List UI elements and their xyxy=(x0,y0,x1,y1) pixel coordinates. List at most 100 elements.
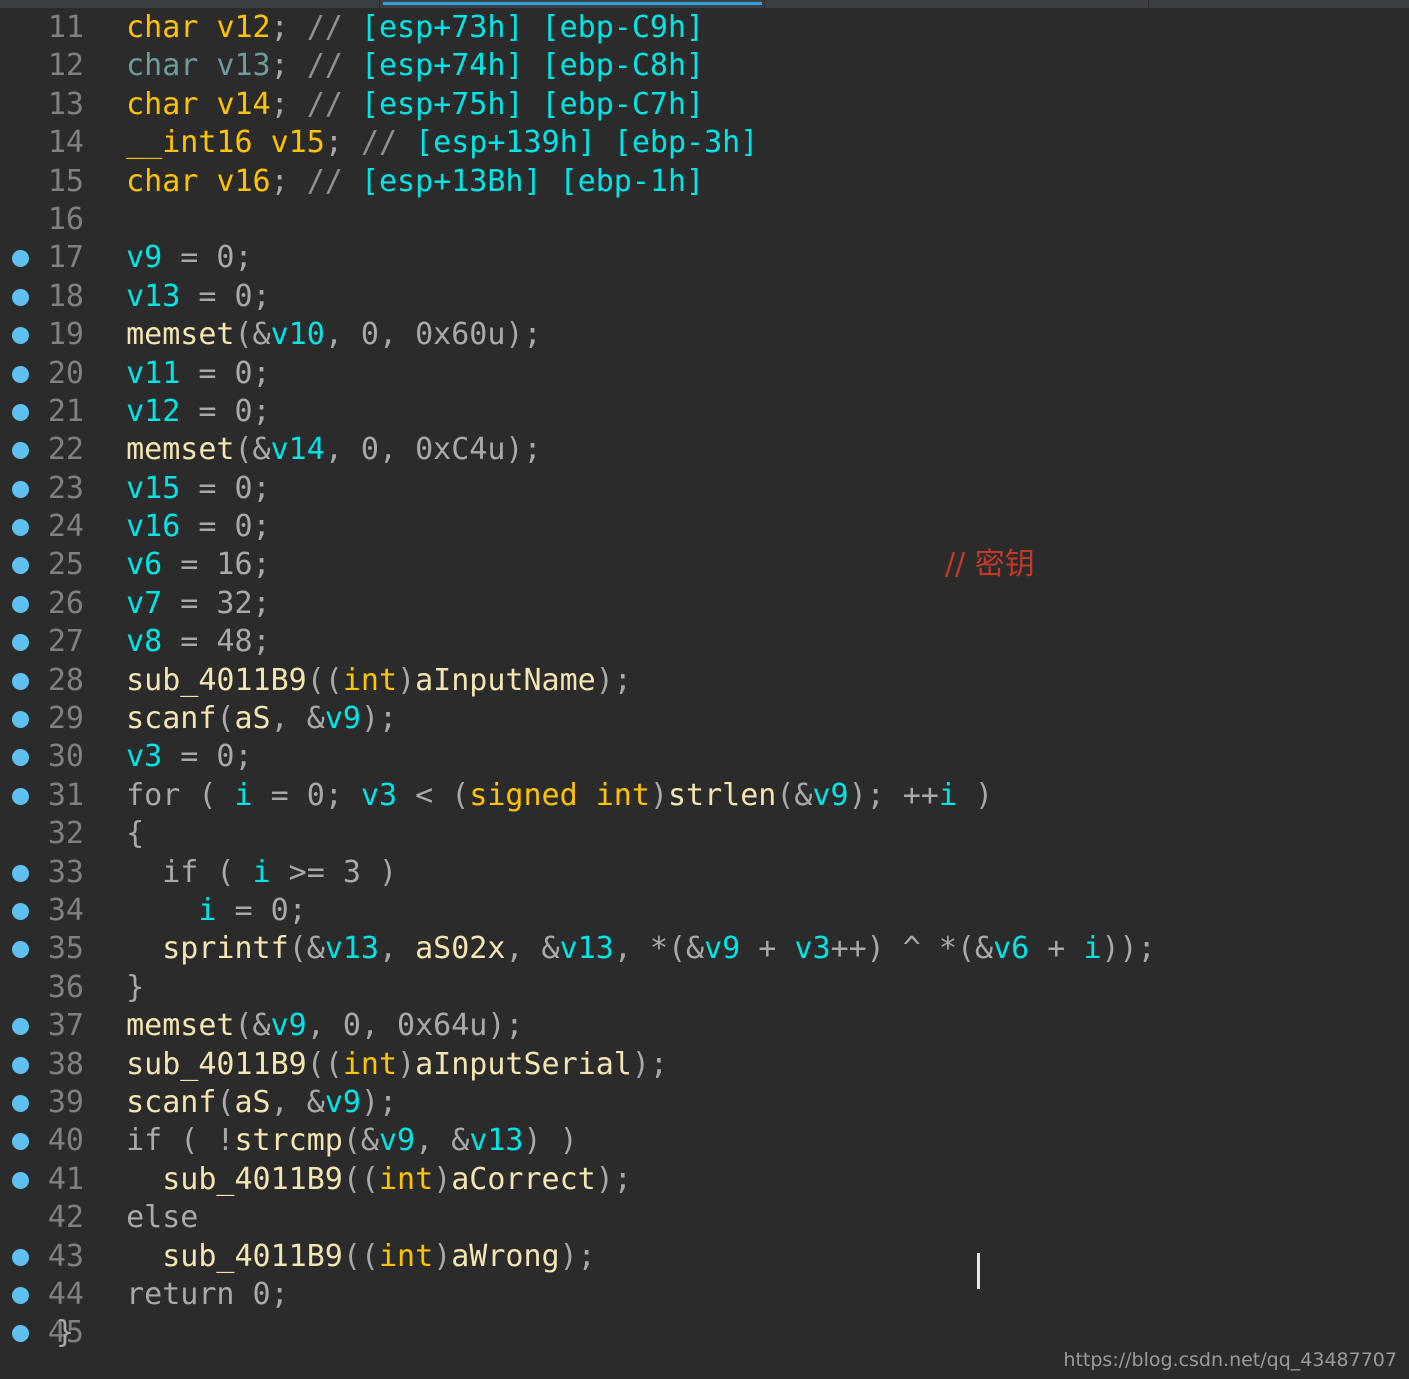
code-line[interactable]: 30 v3 = 0; xyxy=(0,738,1409,776)
editor-gutter[interactable]: 17 xyxy=(0,239,90,277)
code-line[interactable]: 22 memset(&v14, 0, 0xC4u); xyxy=(0,431,1409,469)
editor-gutter[interactable]: 43 xyxy=(0,1238,90,1276)
code-line[interactable]: 16 xyxy=(0,201,1409,239)
editor-gutter[interactable]: 34 xyxy=(0,892,90,930)
code-line[interactable]: 32 { xyxy=(0,815,1409,853)
editor-gutter[interactable]: 39 xyxy=(0,1084,90,1122)
editor-gutter[interactable]: 20 xyxy=(0,355,90,393)
code-text[interactable]: __int16 v15; // [esp+139h] [ebp-3h] xyxy=(90,124,758,162)
code-line[interactable]: 35 sprintf(&v13, aS02x, &v13, *(&v9 + v3… xyxy=(0,930,1409,968)
breakpoint-dot-icon[interactable] xyxy=(12,634,29,652)
editor-gutter[interactable]: 37 xyxy=(0,1007,90,1045)
code-line[interactable]: 40 if ( !strcmp(&v9, &v13) ) xyxy=(0,1122,1409,1160)
code-text[interactable]: v16 = 0; xyxy=(90,508,271,546)
editor-gutter[interactable]: 35 xyxy=(0,930,90,968)
code-text[interactable]: char v13; // [esp+74h] [ebp-C8h] xyxy=(90,47,704,85)
breakpoint-dot-icon[interactable] xyxy=(12,442,29,460)
code-text[interactable]: v8 = 48; xyxy=(90,623,271,661)
code-line[interactable]: 44 return 0; xyxy=(0,1276,1409,1314)
code-text[interactable]: sub_4011B9((int)aInputName); xyxy=(90,662,632,700)
code-line[interactable]: 25 v6 = 16; // 密钥 xyxy=(0,546,1409,584)
code-line[interactable]: 37 memset(&v9, 0, 0x64u); xyxy=(0,1007,1409,1045)
editor-gutter[interactable]: 22 xyxy=(0,431,90,469)
breakpoint-dot-icon[interactable] xyxy=(12,595,29,613)
code-text[interactable]: memset(&v14, 0, 0xC4u); xyxy=(90,431,541,469)
editor-gutter[interactable]: 21 xyxy=(0,393,90,431)
code-line[interactable]: 38 sub_4011B9((int)aInputSerial); xyxy=(0,1046,1409,1084)
code-text[interactable]: else xyxy=(90,1199,198,1237)
editor-gutter[interactable]: 24 xyxy=(0,508,90,546)
breakpoint-dot-icon[interactable] xyxy=(12,327,29,345)
breakpoint-dot-icon[interactable] xyxy=(12,480,29,498)
breakpoint-dot-icon[interactable] xyxy=(12,288,29,306)
breakpoint-dot-icon[interactable] xyxy=(12,557,29,575)
editor-gutter[interactable]: 16 xyxy=(0,201,90,239)
breakpoint-dot-icon[interactable] xyxy=(12,941,29,959)
breakpoint-dot-icon[interactable] xyxy=(12,749,29,767)
code-line[interactable]: 26 v7 = 32; xyxy=(0,585,1409,623)
editor-gutter[interactable]: 18 xyxy=(0,278,90,316)
editor-gutter[interactable]: 12 xyxy=(0,47,90,85)
editor-gutter[interactable]: 42 xyxy=(0,1199,90,1237)
code-text[interactable]: v13 = 0; xyxy=(90,278,271,316)
code-text[interactable]: char v16; // [esp+13Bh] [ebp-1h] xyxy=(90,163,704,201)
code-line[interactable]: 41 sub_4011B9((int)aCorrect); xyxy=(0,1161,1409,1199)
breakpoint-dot-icon[interactable] xyxy=(12,519,29,537)
code-text[interactable]: return 0; xyxy=(90,1276,289,1314)
breakpoint-dot-icon[interactable] xyxy=(12,365,29,383)
pseudocode-editor[interactable]: 11 char v12; // [esp+73h] [ebp-C9h] 12 ch… xyxy=(0,9,1409,1379)
editor-gutter[interactable]: 30 xyxy=(0,738,90,776)
breakpoint-dot-icon[interactable] xyxy=(12,1056,29,1074)
breakpoint-dot-icon[interactable] xyxy=(12,1171,29,1189)
code-text[interactable]: sprintf(&v13, aS02x, &v13, *(&v9 + v3++)… xyxy=(90,930,1155,968)
editor-gutter[interactable]: 23 xyxy=(0,470,90,508)
editor-gutter[interactable]: 13 xyxy=(0,86,90,124)
code-text[interactable]: { xyxy=(90,815,144,853)
code-line[interactable]: 14 __int16 v15; // [esp+139h] [ebp-3h] xyxy=(0,124,1409,162)
breakpoint-dot-icon[interactable] xyxy=(12,1286,29,1304)
editor-gutter[interactable]: 28 xyxy=(0,662,90,700)
code-text[interactable]: v6 = 16; xyxy=(90,546,271,584)
code-text[interactable]: if ( !strcmp(&v9, &v13) ) xyxy=(90,1122,578,1160)
code-line[interactable]: 31 for ( i = 0; v3 < (signed int)strlen(… xyxy=(0,777,1409,815)
editor-gutter[interactable]: 14 xyxy=(0,124,90,162)
breakpoint-dot-icon[interactable] xyxy=(12,902,29,920)
editor-gutter[interactable]: 19 xyxy=(0,316,90,354)
code-line[interactable]: 11 char v12; // [esp+73h] [ebp-C9h] xyxy=(0,9,1409,47)
code-line[interactable]: 27 v8 = 48; xyxy=(0,623,1409,661)
code-text[interactable]: scanf(aS, &v9); xyxy=(90,1084,397,1122)
editor-gutter[interactable]: 26 xyxy=(0,585,90,623)
breakpoint-dot-icon[interactable] xyxy=(12,711,29,729)
editor-gutter[interactable]: 11 xyxy=(0,9,90,47)
editor-gutter[interactable]: 40 xyxy=(0,1122,90,1160)
breakpoint-dot-icon[interactable] xyxy=(12,250,29,268)
breakpoint-dot-icon[interactable] xyxy=(12,1325,29,1343)
editor-gutter[interactable]: 36 xyxy=(0,969,90,1007)
editor-gutter[interactable]: 44 xyxy=(0,1276,90,1314)
code-line[interactable]: 28 sub_4011B9((int)aInputName); xyxy=(0,662,1409,700)
code-text[interactable]: char v12; // [esp+73h] [ebp-C9h] xyxy=(90,9,704,47)
editor-gutter[interactable]: 45 xyxy=(0,1314,90,1352)
breakpoint-dot-icon[interactable] xyxy=(12,672,29,690)
code-text[interactable]: v15 = 0; xyxy=(90,470,271,508)
editor-gutter[interactable]: 27 xyxy=(0,623,90,661)
code-text[interactable]: v12 = 0; xyxy=(90,393,271,431)
editor-gutter[interactable]: 38 xyxy=(0,1046,90,1084)
code-text[interactable]: char v14; // [esp+75h] [ebp-C7h] xyxy=(90,86,704,124)
code-text[interactable]: v9 = 0; xyxy=(90,239,252,277)
code-text[interactable]: memset(&v10, 0, 0x60u); xyxy=(90,316,541,354)
editor-gutter[interactable]: 31 xyxy=(0,777,90,815)
editor-gutter[interactable]: 41 xyxy=(0,1161,90,1199)
breakpoint-dot-icon[interactable] xyxy=(12,787,29,805)
code-line[interactable]: 42 else xyxy=(0,1199,1409,1237)
code-text[interactable]: if ( i >= 3 ) xyxy=(90,854,397,892)
code-text[interactable]: sub_4011B9((int)aWrong); xyxy=(90,1238,596,1276)
code-line[interactable]: 36 } xyxy=(0,969,1409,1007)
code-line[interactable]: 45} xyxy=(0,1314,1409,1352)
editor-gutter[interactable]: 33 xyxy=(0,854,90,892)
code-line[interactable]: 12 char v13; // [esp+74h] [ebp-C8h] xyxy=(0,47,1409,85)
code-line[interactable]: 13 char v14; // [esp+75h] [ebp-C7h] xyxy=(0,86,1409,124)
code-line[interactable]: 33 if ( i >= 3 ) xyxy=(0,854,1409,892)
code-line[interactable]: 20 v11 = 0; xyxy=(0,355,1409,393)
code-line[interactable]: 39 scanf(aS, &v9); xyxy=(0,1084,1409,1122)
